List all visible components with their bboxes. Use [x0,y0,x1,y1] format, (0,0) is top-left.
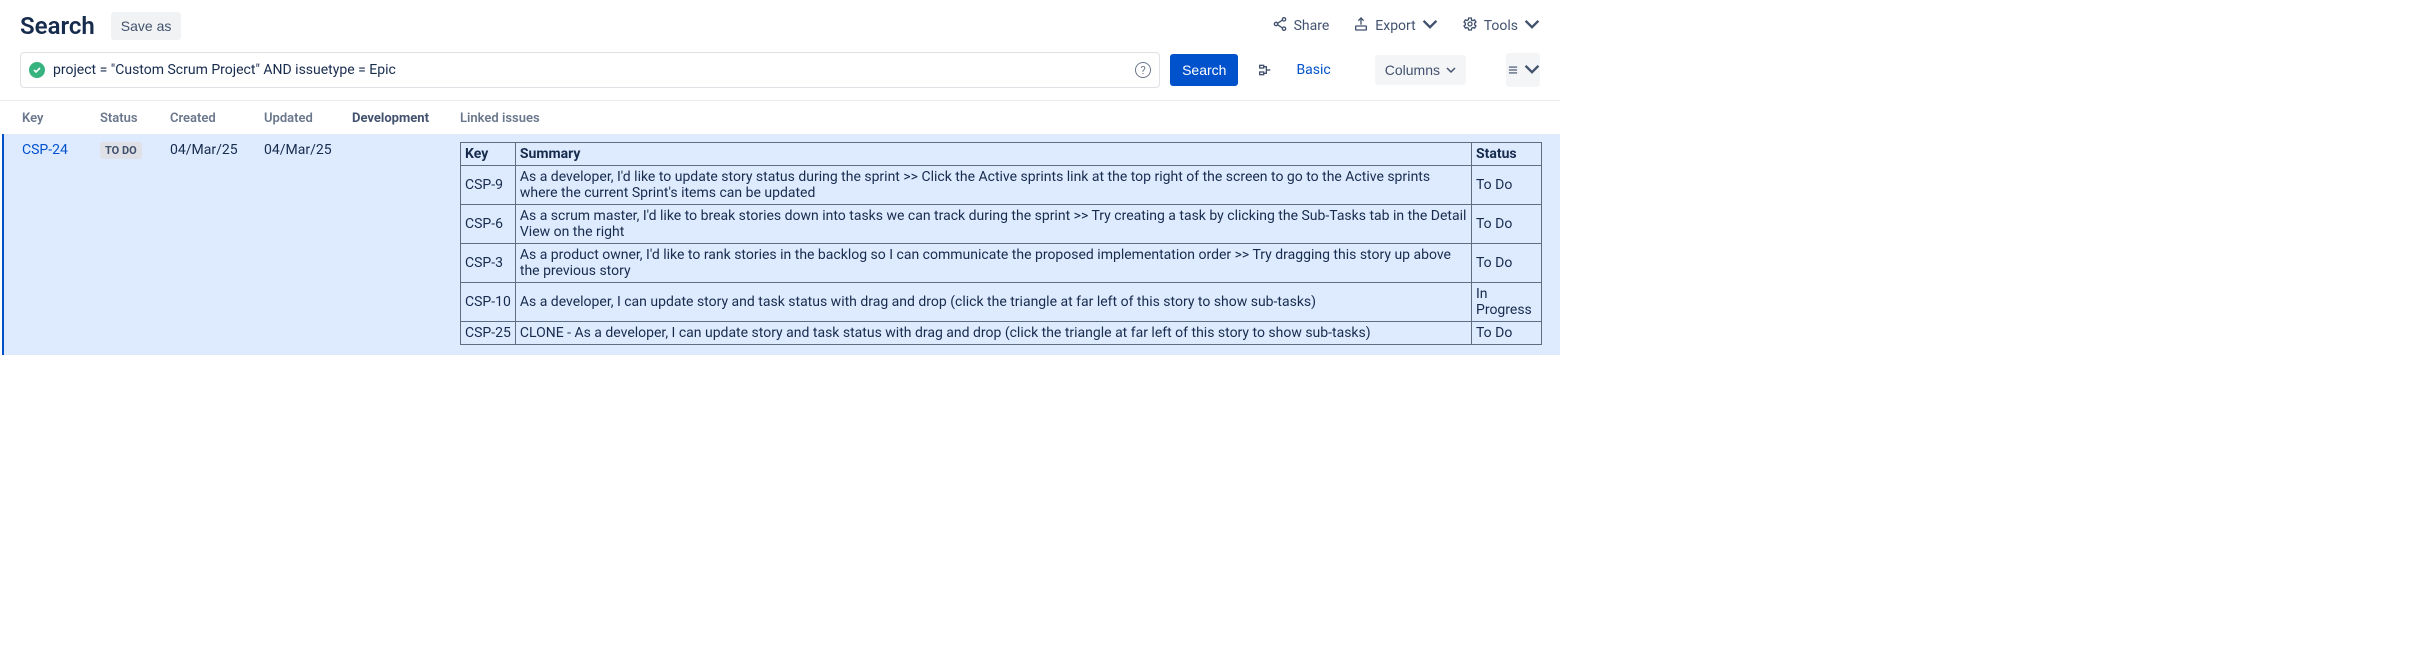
issue-created-cell: 04/Mar/25 [170,142,264,158]
columns-label: Columns [1385,62,1440,78]
col-header-development[interactable]: Development [352,111,460,126]
header-right: Share Export Tools [1272,16,1540,36]
chevron-down-icon [1524,61,1540,80]
columns-button[interactable]: Columns [1375,55,1466,85]
results-area: Key Status Created Updated Development L… [0,101,1560,355]
chevron-down-icon [1524,16,1540,36]
linked-issue-summary: As a developer, I'd like to update story… [515,166,1471,205]
search-button[interactable]: Search [1170,54,1238,86]
issue-key-cell: CSP-24 [22,142,100,158]
linked-issue-summary: As a product owner, I'd like to rank sto… [515,244,1471,283]
linked-header-row: Key Summary Status [461,143,1542,166]
col-header-status[interactable]: Status [100,111,170,126]
linked-issue-key: CSP-10 [461,283,516,322]
linked-issue-key: CSP-3 [461,244,516,283]
valid-check-icon [29,62,45,78]
save-as-button[interactable]: Save as [111,12,182,40]
linked-issue-row[interactable]: CSP-25CLONE - As a developer, I can upda… [461,322,1542,345]
issue-linked-cell: Key Summary Status CSP-9As a developer, … [460,142,1542,345]
issue-updated-cell: 04/Mar/25 [264,142,352,158]
linked-issue-row[interactable]: CSP-6As a scrum master, I'd like to brea… [461,205,1542,244]
linked-issue-summary: CLONE - As a developer, I can update sto… [515,322,1471,345]
linked-issue-summary: As a scrum master, I'd like to break sto… [515,205,1471,244]
col-header-updated[interactable]: Updated [264,111,352,126]
chevron-down-icon [1446,62,1456,78]
linked-issues-table: Key Summary Status CSP-9As a developer, … [460,142,1542,345]
jql-input[interactable]: project = "Custom Scrum Project" AND iss… [53,62,1127,78]
linked-issue-status: To Do [1472,322,1542,345]
view-switcher-button[interactable] [1506,53,1540,87]
chevron-down-icon [1422,16,1438,36]
linked-header-key: Key [461,143,516,166]
col-header-key[interactable]: Key [22,111,100,126]
linked-issue-row[interactable]: CSP-9As a developer, I'd like to update … [461,166,1542,205]
page-title: Search [20,12,95,40]
syntax-help-button[interactable] [1248,53,1282,87]
help-icon[interactable]: ? [1135,62,1151,78]
linked-issue-row[interactable]: CSP-10As a developer, I can update story… [461,283,1542,322]
linked-issue-key: CSP-25 [461,322,516,345]
column-headers: Key Status Created Updated Development L… [2,101,1560,134]
linked-issue-status: To Do [1472,244,1542,283]
search-bar: project = "Custom Scrum Project" AND iss… [0,48,1560,100]
tools-label: Tools [1484,18,1518,34]
linked-issue-status: To Do [1472,166,1542,205]
basic-mode-link[interactable]: Basic [1292,62,1334,78]
issue-row[interactable]: CSP-24 TO DO 04/Mar/25 04/Mar/25 Key Sum… [2,134,1560,355]
gear-icon [1462,16,1478,36]
linked-header-summary: Summary [515,143,1471,166]
col-header-linked[interactable]: Linked issues [460,111,540,126]
jql-input-wrapper[interactable]: project = "Custom Scrum Project" AND iss… [20,52,1160,88]
linked-issue-status: To Do [1472,205,1542,244]
linked-issue-summary: As a developer, I can update story and t… [515,283,1471,322]
header-left: Search Save as [20,12,181,40]
linked-issue-status: In Progress [1472,283,1542,322]
share-icon [1272,16,1288,36]
tools-button[interactable]: Tools [1462,16,1540,36]
issue-key-link[interactable]: CSP-24 [22,142,68,158]
linked-issue-key: CSP-6 [461,205,516,244]
export-icon [1353,16,1369,36]
linked-issue-row[interactable]: CSP-3As a product owner, I'd like to ran… [461,244,1542,283]
issue-status-cell: TO DO [100,142,170,159]
share-button[interactable]: Share [1272,16,1330,36]
header-bar: Search Save as Share Export [0,0,1560,48]
linked-header-status: Status [1472,143,1542,166]
linked-issue-key: CSP-9 [461,166,516,205]
share-label: Share [1294,18,1330,34]
col-header-created[interactable]: Created [170,111,264,126]
status-badge: TO DO [100,142,142,159]
export-button[interactable]: Export [1353,16,1437,36]
export-label: Export [1375,18,1415,34]
